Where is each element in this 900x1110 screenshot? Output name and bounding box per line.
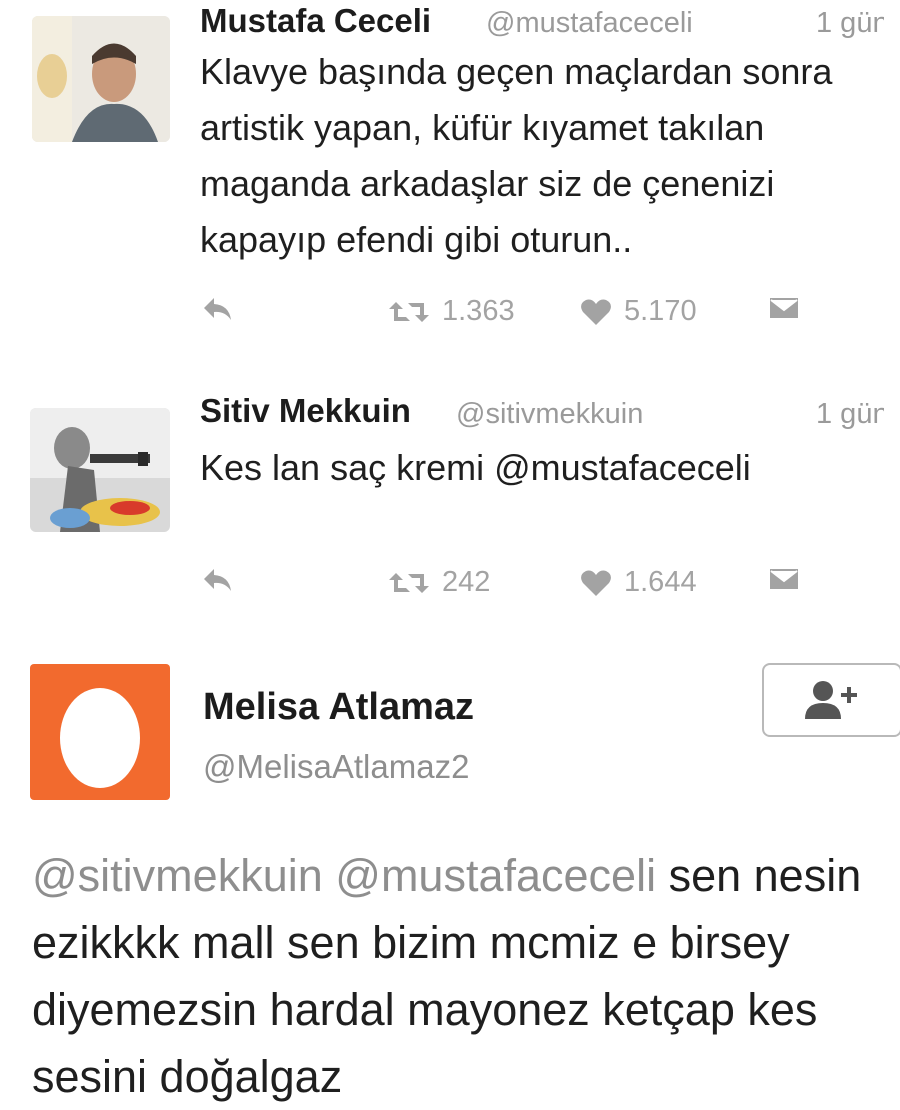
- avatar[interactable]: [32, 16, 170, 142]
- avatar-default-egg[interactable]: [30, 664, 170, 800]
- heart-icon: [581, 299, 611, 325]
- like-button[interactable]: 1.644: [580, 566, 697, 599]
- message-button[interactable]: [767, 566, 801, 592]
- retweet-count: 242: [442, 566, 491, 598]
- author-handle[interactable]: @mustafaceceli: [486, 7, 741, 40]
- reply-text: @sitivmekkuin @mustafaceceli sen nesin e…: [32, 842, 892, 1110]
- heart-icon: [581, 570, 611, 596]
- egg-icon: [60, 688, 140, 788]
- retweet-icon: [389, 572, 429, 593]
- follow-button[interactable]: [762, 663, 900, 737]
- reply-button[interactable]: [200, 295, 234, 323]
- retweet-button[interactable]: 242: [388, 566, 490, 599]
- timestamp[interactable]: 1 gün: [816, 7, 884, 40]
- reply-button[interactable]: [200, 566, 234, 594]
- tweet-text-content: Kes lan saç kremi @mustafaceceli: [200, 447, 751, 488]
- timestamp[interactable]: 1 gün: [816, 398, 884, 431]
- envelope-icon: [768, 567, 800, 591]
- retweet-icon: [389, 301, 429, 322]
- like-count: 5.170: [624, 295, 697, 327]
- tweet-actions: 242 1.644: [0, 566, 900, 606]
- mention-link[interactable]: @sitivmekkuin: [32, 850, 323, 901]
- like-count: 1.644: [624, 566, 697, 598]
- reply-icon: [204, 569, 231, 591]
- tweet-text: Kes lan saç kremi @mustafaceceli: [200, 440, 860, 496]
- author-handle[interactable]: @sitivmekkuin: [456, 398, 716, 431]
- like-button[interactable]: 5.170: [580, 295, 697, 328]
- retweet-button[interactable]: 1.363: [388, 295, 515, 328]
- author-handle[interactable]: @MelisaAtlamaz2: [203, 748, 469, 786]
- message-button[interactable]: [767, 295, 801, 321]
- mention-link[interactable]: @mustafaceceli: [335, 850, 656, 901]
- retweet-count: 1.363: [442, 295, 515, 327]
- envelope-icon: [768, 296, 800, 320]
- author-name[interactable]: Melisa Atlamaz: [203, 686, 474, 729]
- reply-icon: [204, 298, 231, 320]
- tweet-actions: 1.363 5.170: [0, 295, 900, 335]
- tweet-text: Klavye başında geçen maçlardan sonra art…: [200, 51, 833, 260]
- avatar[interactable]: [30, 408, 170, 532]
- author-name[interactable]: Sitiv Mekkuin: [200, 392, 411, 430]
- author-name[interactable]: Mustafa Ceceli: [200, 2, 431, 40]
- add-user-icon: [805, 681, 857, 719]
